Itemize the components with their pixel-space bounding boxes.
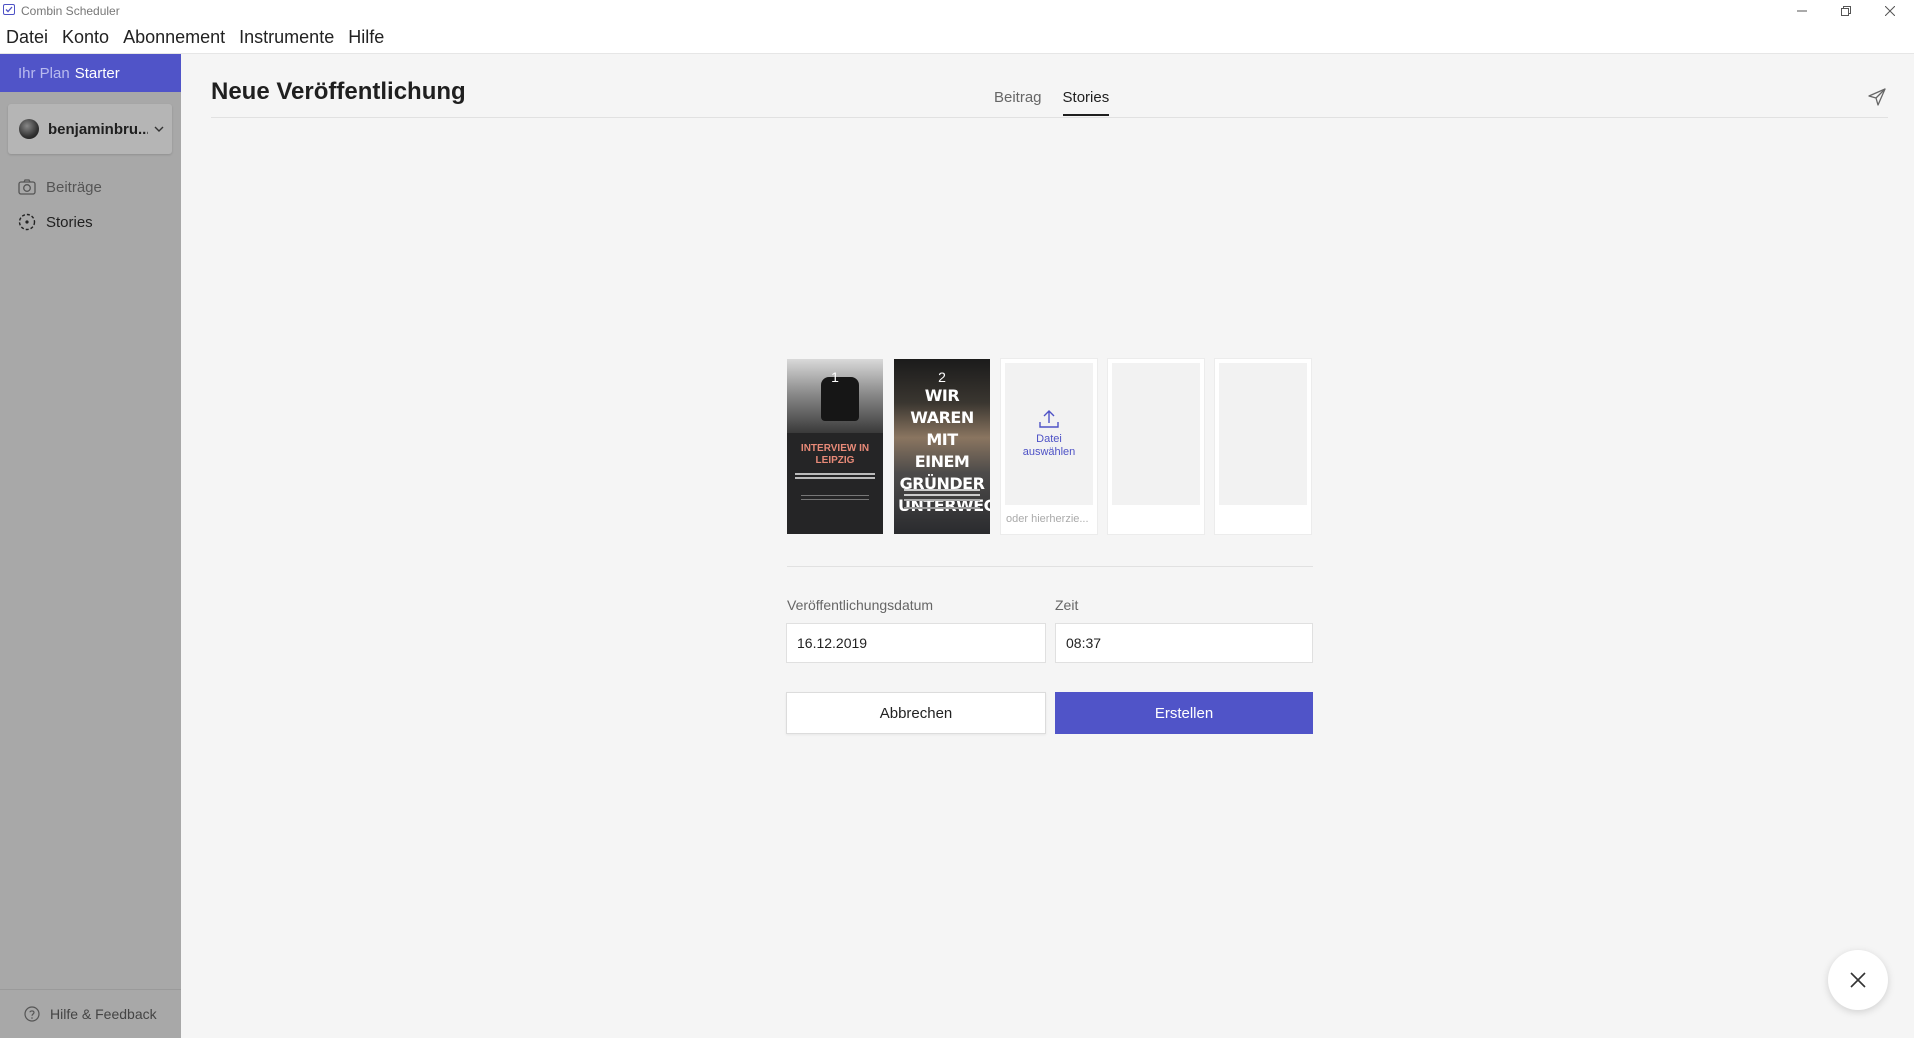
avatar bbox=[19, 119, 39, 139]
story-headline: WIR WAREN MIT EINEM GRÜNDER UNTERWEGS bbox=[898, 386, 990, 515]
help-label: Hilfe & Feedback bbox=[50, 1006, 157, 1022]
menu-instrumente[interactable]: Instrumente bbox=[239, 27, 334, 48]
tab-beitrag[interactable]: Beitrag bbox=[994, 89, 1042, 116]
camera-icon bbox=[18, 179, 36, 195]
menu-konto[interactable]: Konto bbox=[62, 27, 109, 48]
time-label: Zeit bbox=[1055, 597, 1079, 613]
cancel-button[interactable]: Abbrechen bbox=[786, 692, 1046, 734]
help-feedback-link[interactable]: Hilfe & Feedback bbox=[0, 989, 181, 1038]
window-title: Combin Scheduler bbox=[21, 4, 120, 18]
help-icon bbox=[24, 1006, 40, 1022]
close-button[interactable] bbox=[1828, 950, 1888, 1010]
time-field[interactable] bbox=[1055, 623, 1313, 663]
close-icon bbox=[1885, 6, 1895, 16]
sidebar-item-beitraege[interactable]: Beiträge bbox=[18, 176, 102, 198]
app-logo-icon bbox=[3, 4, 15, 15]
sidebar: Ihr Plan Starter benjaminbru... Beiträge… bbox=[0, 54, 181, 1038]
story-number: 2 bbox=[938, 369, 946, 385]
send-icon[interactable] bbox=[1868, 88, 1886, 106]
story-upload-slot[interactable]: Datei auswählen oder hierherzie... bbox=[1001, 359, 1097, 534]
account-selector[interactable]: benjaminbru... bbox=[8, 104, 172, 154]
story-slot-empty bbox=[1215, 359, 1311, 534]
page-title: Neue Veröffentlichung bbox=[211, 78, 466, 105]
date-label: Veröffentlichungsdatum bbox=[787, 597, 934, 613]
account-name: benjaminbru... bbox=[48, 120, 148, 138]
window-titlebar: Combin Scheduler bbox=[0, 0, 1914, 22]
header-divider bbox=[211, 117, 1888, 118]
minimize-icon bbox=[1797, 10, 1807, 12]
story-thumbnail-1[interactable]: INTERVIEW IN LEIPZIG 1 bbox=[787, 359, 883, 534]
plan-banner[interactable]: Ihr Plan Starter bbox=[0, 54, 181, 92]
plan-label: Ihr Plan bbox=[18, 64, 70, 82]
story-slot-empty bbox=[1108, 359, 1204, 534]
file-upload-area[interactable]: Datei auswählen bbox=[1005, 363, 1093, 505]
upload-icon bbox=[1039, 410, 1059, 428]
menu-hilfe[interactable]: Hilfe bbox=[348, 27, 384, 48]
story-number: 1 bbox=[831, 369, 839, 385]
plan-value: Starter bbox=[74, 64, 120, 82]
drop-hint: oder hierherzie... bbox=[1006, 513, 1089, 525]
upload-label: Datei auswählen bbox=[1022, 433, 1076, 458]
sidebar-item-label: Stories bbox=[46, 213, 93, 231]
publication-type-tabs: Beitrag Stories bbox=[994, 89, 1130, 116]
section-divider bbox=[787, 566, 1313, 567]
close-window-button[interactable] bbox=[1868, 0, 1912, 22]
menu-datei[interactable]: Datei bbox=[6, 27, 48, 48]
chevron-down-icon bbox=[154, 126, 164, 132]
close-icon bbox=[1850, 972, 1866, 988]
restore-button[interactable] bbox=[1824, 0, 1868, 22]
sidebar-item-label: Beiträge bbox=[46, 178, 102, 196]
menu-bar: Datei Konto Abonnement Instrumente Hilfe bbox=[0, 22, 1914, 54]
story-thumbnail-2[interactable]: WIR WAREN MIT EINEM GRÜNDER UNTERWEGS 2 bbox=[894, 359, 990, 534]
stories-icon bbox=[18, 213, 36, 231]
tab-stories[interactable]: Stories bbox=[1062, 89, 1110, 116]
menu-abonnement[interactable]: Abonnement bbox=[123, 27, 225, 48]
story-headline: INTERVIEW IN LEIPZIG bbox=[800, 443, 870, 466]
minimize-button[interactable] bbox=[1780, 0, 1824, 22]
create-button[interactable]: Erstellen bbox=[1055, 692, 1313, 734]
sidebar-item-stories[interactable]: Stories bbox=[18, 211, 93, 233]
date-field[interactable] bbox=[786, 623, 1046, 663]
restore-icon bbox=[1841, 6, 1851, 16]
